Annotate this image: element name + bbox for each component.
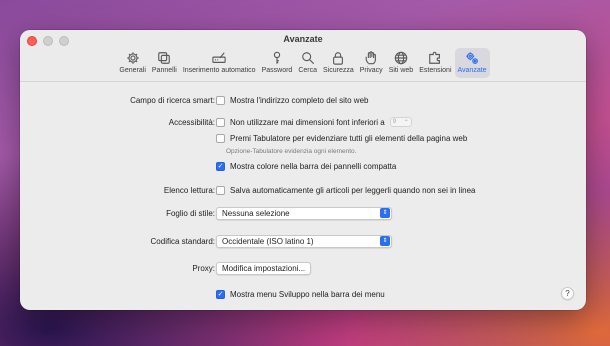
tab-highlight-checkbox[interactable] [216,133,225,143]
tab-label: Inserimento automatico [182,67,256,74]
min-font-size-option[interactable]: Non utilizzare mai dimensioni font infer… [216,117,412,127]
tab-password[interactable]: Password [259,48,296,78]
chevron-updown-icon: ⇕ [380,208,390,218]
lock-icon [331,50,345,65]
encoding-select[interactable]: Occidentale (ISO latino 1) ⇕ [216,234,392,248]
tab-highlight-hint: Opzione-Tabulatore evidenzia ogni elemen… [226,148,357,155]
chevron-updown-icon: ⌃ [403,119,409,126]
tab-sicurezza[interactable]: Sicurezza [320,48,357,78]
chevron-updown-icon: ⇕ [380,236,390,246]
tab-estensioni[interactable]: Estensioni [416,48,454,78]
tab-highlight-text: Premi Tabulatore per evidenziare tutti g… [230,133,468,143]
compact-tab-color-option[interactable]: Mostra colore nella barra dei pannelli c… [216,161,397,171]
show-full-address-option[interactable]: Mostra l'indirizzo completo del sito web [216,95,369,105]
save-offline-option[interactable]: Salva automaticamente gli articoli per l… [216,185,476,195]
tab-siti-web[interactable]: Siti web [386,48,417,78]
tab-label: Generali [119,67,146,74]
key-icon [270,50,284,65]
stylesheet-select[interactable]: Nessuna selezione ⇕ [216,206,392,220]
tab-label: Avanzate [457,67,487,74]
stylesheet-label: Foglio di stile: [166,208,215,218]
compact-tab-color-checkbox[interactable] [216,161,225,171]
font-size-value: 9 [392,119,397,125]
compact-tab-color-text: Mostra colore nella barra dei pannelli c… [230,161,397,171]
puzzle-icon [428,50,442,65]
globe-icon [394,50,408,65]
develop-menu-row: Mostra menu Sviluppo nella barra dei men… [20,288,586,300]
stylesheet-value: Nessuna selezione [222,208,290,218]
gear-icon [126,50,140,65]
save-offline-checkbox[interactable] [216,185,225,195]
smart-search-label: Campo di ricerca smart: [130,95,215,105]
preferences-window: Avanzate Generali Pannelli Inserimento a… [20,30,586,310]
window-title: Avanzate [283,34,323,44]
pencil-field-icon [212,50,226,65]
accessibility-row: Accessibilità: Non utilizzare mai dimens… [20,116,586,128]
develop-menu-checkbox[interactable] [216,289,225,299]
develop-menu-text: Mostra menu Sviluppo nella barra dei men… [230,289,385,299]
min-font-size-checkbox[interactable] [216,117,225,127]
tab-privacy[interactable]: Privacy [357,48,386,78]
stylesheet-row: Foglio di stile: Nessuna selezione ⇕ [20,206,586,220]
tab-pannelli[interactable]: Pannelli [149,48,180,78]
tab-generali[interactable]: Generali [116,48,148,78]
tab-label: Siti web [388,67,414,74]
tab-highlight-option[interactable]: Premi Tabulatore per evidenziare tutti g… [216,133,468,143]
show-full-address-checkbox[interactable] [216,95,225,105]
tab-avanzate[interactable]: Avanzate [454,48,490,78]
settings-panel: Campo di ricerca smart: Mostra l'indiriz… [20,82,586,310]
show-full-address-text: Mostra l'indirizzo completo del sito web [230,95,369,105]
font-size-select[interactable]: 9 ⌃ [389,117,412,127]
proxy-label: Proxy: [192,263,215,273]
tab-label: Pannelli [151,67,177,74]
magnifier-icon [301,50,315,65]
save-offline-text: Salva automaticamente gli articoli per l… [230,185,476,195]
gears-icon [465,50,479,65]
encoding-value: Occidentale (ISO latino 1) [222,236,314,246]
tab-label: Password [261,67,293,74]
encoding-row: Codifica standard: Occidentale (ISO lati… [20,234,586,248]
tab-label: Privacy [359,67,383,74]
tab-highlight-row: Premi Tabulatore per evidenziare tutti g… [20,132,586,144]
change-settings-button[interactable]: Modifica impostazioni... [216,261,312,275]
compact-tab-color-row: Mostra colore nella barra dei pannelli c… [20,160,586,172]
reading-list-label: Elenco lettura: [163,185,215,195]
encoding-label: Codifica standard: [150,236,215,246]
tab-inserimento-automatico[interactable]: Inserimento automatico [180,48,259,78]
smart-search-row: Campo di ricerca smart: Mostra l'indiriz… [20,94,586,106]
reading-list-row: Elenco lettura: Salva automaticamente gl… [20,184,586,196]
titlebar: Avanzate Generali Pannelli Inserimento a… [20,30,586,82]
tab-cerca[interactable]: Cerca [295,48,320,78]
tab-label: Estensioni [419,67,452,74]
develop-menu-option[interactable]: Mostra menu Sviluppo nella barra dei men… [216,289,385,299]
tab-label: Sicurezza [323,67,354,74]
proxy-row: Proxy: Modifica impostazioni... [20,261,586,275]
accessibility-label: Accessibilità: [168,117,215,127]
hand-icon [364,50,378,65]
preferences-toolbar: Generali Pannelli Inserimento automatico… [20,48,586,78]
help-button[interactable]: ? [561,287,574,300]
min-font-size-text: Non utilizzare mai dimensioni font infer… [230,117,385,127]
tabs-icon [157,50,171,65]
tab-label: Cerca [298,67,317,74]
